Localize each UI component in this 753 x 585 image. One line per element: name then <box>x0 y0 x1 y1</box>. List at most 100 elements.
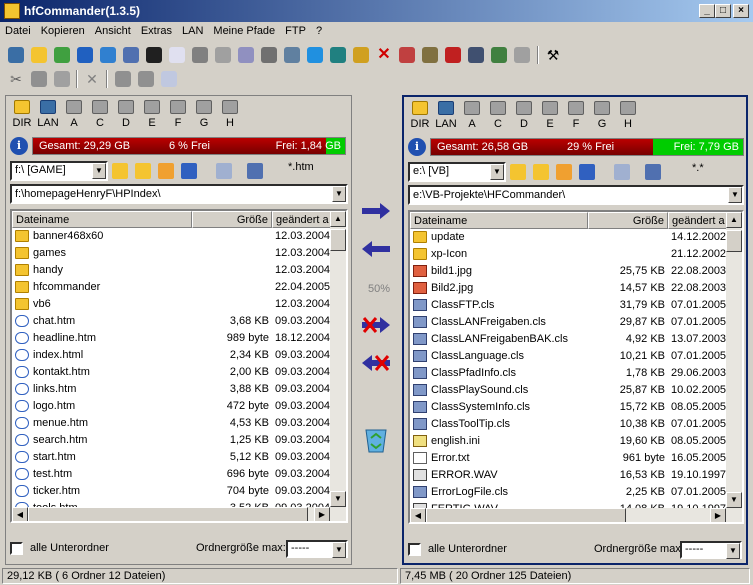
bug-icon[interactable] <box>330 47 346 63</box>
dropdown-arrow-icon[interactable]: ▼ <box>332 186 346 202</box>
details-view-icon[interactable] <box>247 163 263 179</box>
col-size[interactable]: Größe <box>588 212 668 229</box>
drive-a[interactable]: A <box>62 100 86 129</box>
list-item[interactable]: ClassLanguage.cls 10,21 KB 07.01.2005 <box>410 349 728 366</box>
scroll-down-icon[interactable]: ▼ <box>330 491 346 507</box>
dropdown-arrow-icon[interactable]: ▼ <box>92 163 106 179</box>
console-icon[interactable] <box>146 47 162 63</box>
info-icon[interactable]: i <box>10 137 28 155</box>
menu-meine-pfade[interactable]: Meine Pfade <box>208 22 280 40</box>
internet-icon[interactable] <box>307 47 323 63</box>
gear-icon[interactable] <box>215 47 231 63</box>
list-item[interactable]: kontakt.htm 2,00 KB 09.03.2004 <box>12 365 332 382</box>
list-item[interactable]: search.htm 1,25 KB 09.03.2004 <box>12 433 332 450</box>
details-view-icon[interactable] <box>645 164 661 180</box>
col-size[interactable]: Größe <box>192 211 272 228</box>
list-item[interactable]: ClassFTP.cls 31,79 KB 07.01.2005 <box>410 298 728 315</box>
col-date[interactable]: geändert a <box>668 212 728 229</box>
database-icon[interactable] <box>123 47 139 63</box>
drive-lan[interactable]: LAN <box>434 101 458 130</box>
list-item[interactable]: ClassLANFreigaben.cls 29,87 KB 07.01.2005 <box>410 315 728 332</box>
window-icon[interactable] <box>514 47 530 63</box>
list-item[interactable]: xp-Icon 21.12.2002 <box>410 247 728 264</box>
list-item[interactable]: games 12.03.2004 <box>12 246 332 263</box>
drive-g[interactable]: G <box>590 101 614 130</box>
folder-open-icon[interactable] <box>533 164 549 180</box>
list-item[interactable]: ClassSystemInfo.cls 15,72 KB 08.05.2005 <box>410 400 728 417</box>
unpack-icon[interactable] <box>445 47 461 63</box>
list-item[interactable]: headline.htm 989 byte 18.12.2004 <box>12 331 332 348</box>
copy-right-button[interactable] <box>360 200 392 222</box>
list-item[interactable]: update 14.12.2002 <box>410 230 728 247</box>
close-button[interactable]: × <box>733 4 749 18</box>
folder-up-icon[interactable] <box>112 163 128 179</box>
disk-icon[interactable] <box>100 47 116 63</box>
drive-e[interactable]: E <box>140 100 164 129</box>
right-drive-select[interactable]: e:\ [VB] ▼ <box>408 162 506 182</box>
document-icon[interactable] <box>161 71 177 87</box>
col-date[interactable]: geändert a <box>272 211 332 228</box>
drive-d[interactable]: D <box>512 101 536 130</box>
drive-a[interactable]: A <box>460 101 484 130</box>
archive-icon[interactable] <box>422 47 438 63</box>
search-icon[interactable] <box>261 47 277 63</box>
minimize-button[interactable]: _ <box>699 4 715 18</box>
scroll-up-icon[interactable]: ▲ <box>330 211 346 227</box>
list-item[interactable]: Bild2.jpg 14,57 KB 22.08.2003 <box>410 281 728 298</box>
left-filter[interactable]: *.htm <box>288 161 314 173</box>
folder-up-icon[interactable] <box>510 164 526 180</box>
book-icon[interactable] <box>468 47 484 63</box>
list-item[interactable]: ErrorLogFile.cls 2,25 KB 07.01.2005 <box>410 485 728 502</box>
list-item[interactable]: handy 12.03.2004 <box>12 263 332 280</box>
preview-icon[interactable] <box>614 164 630 180</box>
left-hscroll[interactable]: ◀ ▶ <box>12 507 346 521</box>
list-item[interactable]: ClassLANFreigabenBAK.cls 4,92 KB 13.07.200… <box>410 332 728 349</box>
list-item[interactable]: ClassPfadInfo.cls 1,78 KB 29.06.2003 <box>410 366 728 383</box>
dropdown-arrow-icon[interactable]: ▼ <box>332 542 346 558</box>
drive-f[interactable]: F <box>564 101 588 130</box>
list-item[interactable]: hfcommander 22.04.2005 <box>12 280 332 297</box>
view-icon[interactable] <box>181 163 197 179</box>
list-item[interactable]: index.html 2,34 KB 09.03.2004 <box>12 348 332 365</box>
scroll-thumb[interactable] <box>330 229 346 251</box>
scroll-right-icon[interactable]: ▶ <box>314 507 330 521</box>
new-folder-icon[interactable] <box>158 163 174 179</box>
left-drive-select[interactable]: f:\ [GAME] ▼ <box>10 161 108 181</box>
scroll-thumb[interactable] <box>726 230 742 252</box>
drive-dir[interactable]: DIR <box>408 101 432 130</box>
list-item[interactable]: chat.htm 3,68 KB 09.03.2004 <box>12 314 332 331</box>
move-right-button[interactable] <box>360 314 392 336</box>
list-item[interactable]: Error.txt 961 byte 16.05.2005 <box>410 451 728 468</box>
menu-ansicht[interactable]: Ansicht <box>90 22 136 40</box>
drive-h[interactable]: H <box>616 101 640 130</box>
printer-icon[interactable] <box>284 47 300 63</box>
hammer-icon[interactable]: ⚒ <box>545 47 561 63</box>
left-vscroll[interactable]: ▲ ▼ <box>330 211 346 507</box>
preview-icon[interactable] <box>216 163 232 179</box>
foldersize-select[interactable]: ----- ▼ <box>680 541 742 559</box>
recycle-bin-button[interactable] <box>360 424 392 454</box>
list-item[interactable]: menue.htm 4,53 KB 09.03.2004 <box>12 416 332 433</box>
scroll-thumb[interactable] <box>426 508 626 522</box>
file-icon[interactable] <box>115 71 131 87</box>
list-item[interactable]: start.htm 5,12 KB 09.03.2004 <box>12 450 332 467</box>
dropdown-arrow-icon[interactable]: ▼ <box>490 164 504 180</box>
list-item[interactable]: ClassPlaySound.cls 25,87 KB 10.02.2005 <box>410 383 728 400</box>
delete-icon[interactable]: ✕ <box>376 47 392 63</box>
move-left-button[interactable] <box>360 352 392 374</box>
drive-c[interactable]: C <box>486 101 510 130</box>
drive-dir[interactable]: DIR <box>10 100 34 129</box>
drive-h[interactable]: H <box>218 100 242 129</box>
drive-c[interactable]: C <box>88 100 112 129</box>
left-path[interactable]: f:\homepageHenryF\HPIndex\ ▼ <box>10 184 348 204</box>
dropdown-arrow-icon[interactable]: ▼ <box>728 187 742 203</box>
foldersize-select[interactable]: ----- ▼ <box>286 540 348 558</box>
tools-icon[interactable] <box>192 47 208 63</box>
cancel-icon[interactable]: ✕ <box>84 71 100 87</box>
scroll-down-icon[interactable]: ▼ <box>726 492 742 508</box>
refresh-icon[interactable] <box>54 47 70 63</box>
col-name[interactable]: Dateiname <box>12 211 192 228</box>
menu-kopieren[interactable]: Kopieren <box>36 22 90 40</box>
dropdown-arrow-icon[interactable]: ▼ <box>726 543 740 559</box>
open-folder-icon[interactable] <box>31 47 47 63</box>
